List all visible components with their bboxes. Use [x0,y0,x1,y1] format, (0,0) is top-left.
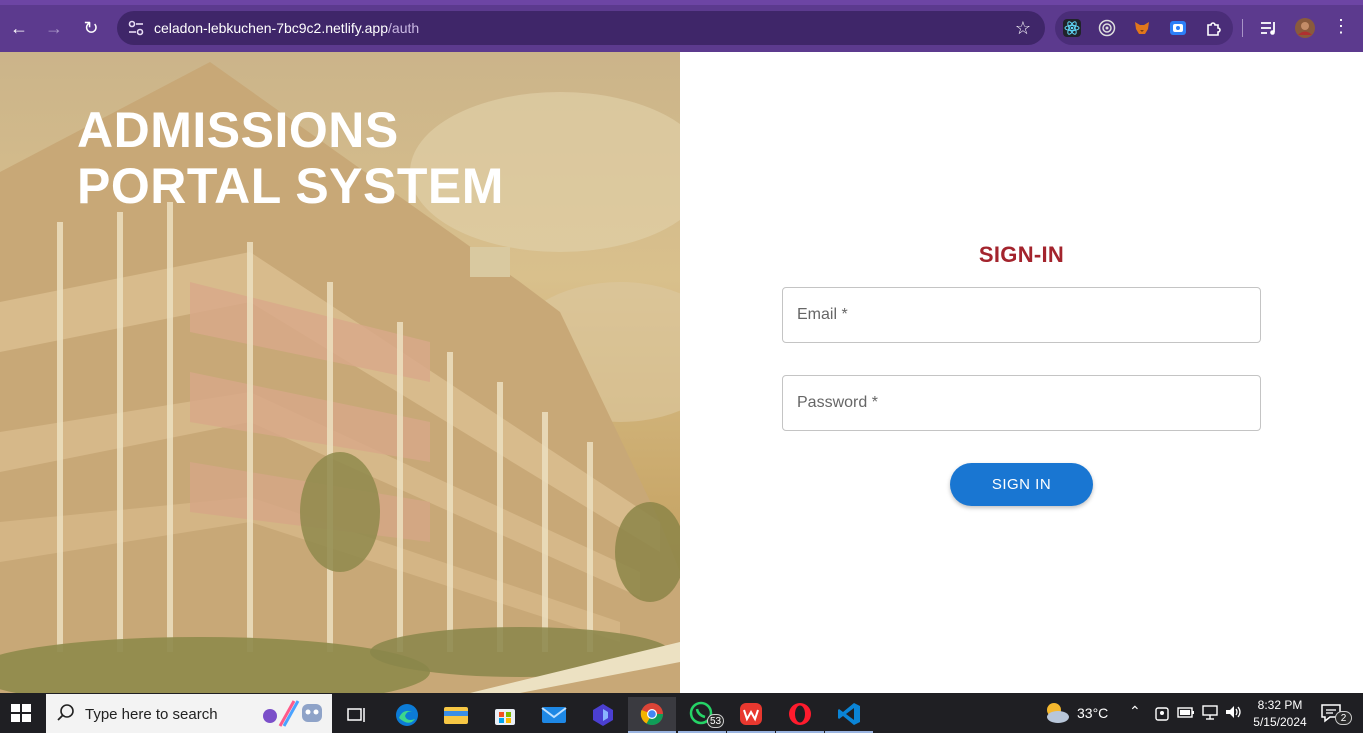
portal-title: ADMISSIONS PORTAL SYSTEM [77,102,557,214]
browser-toolbar: ← → ↻ celadon-lebkuchen-7bc9c2.netlify.a… [0,0,1363,52]
screen-capture-icon[interactable] [1169,19,1187,37]
target-extension-icon[interactable] [1098,19,1116,37]
windows-start-icon[interactable] [8,701,34,725]
weather-temperature[interactable]: 33°C [1077,705,1108,721]
whatsapp-unread-badge: 53 [707,714,724,728]
whatsapp-icon[interactable]: 53 [678,697,726,733]
url-path: /auth [388,20,420,36]
browser-menu-icon[interactable]: ⋮ [1332,17,1350,35]
media-queue-icon[interactable] [1260,20,1278,36]
taskbar-search-box[interactable]: Type here to search [46,694,332,733]
notification-center-icon[interactable]: 2 [1320,701,1352,725]
search-placeholder: Type here to search [85,706,218,723]
password-field[interactable]: Password * [782,375,1261,431]
chrome-icon[interactable] [628,697,676,733]
copilot-app-icon[interactable] [579,697,627,733]
url-host: celadon-lebkuchen-7bc9c2.netlify.app [154,20,389,36]
react-devtools-icon[interactable] [1063,19,1081,37]
reload-icon[interactable]: ↻ [77,14,105,42]
system-clock[interactable]: 8:32 PM 5/15/2024 [1244,697,1316,731]
opera-browser-icon[interactable] [776,697,824,733]
address-bar[interactable]: celadon-lebkuchen-7bc9c2.netlify.app/aut… [117,11,1045,45]
search-icon [57,704,74,721]
forward-icon[interactable]: → [40,14,68,42]
portal-title-line2: PORTAL SYSTEM [77,158,504,214]
vscode-icon[interactable] [825,697,873,733]
mail-icon[interactable] [530,697,578,733]
windows-taskbar: Type here to search 53 33°C ⌃ 8:32 PM 5/… [0,693,1363,733]
extensions-puzzle-icon[interactable] [1205,19,1223,37]
signin-form-panel: SIGN-IN Email * Password * SIGN IN [680,52,1363,693]
signin-heading: SIGN-IN [978,242,1065,267]
edge-browser-icon[interactable] [383,697,431,733]
hero-image-panel: ADMISSIONS PORTAL SYSTEM [0,52,680,693]
bookmark-star-icon[interactable]: ☆ [1015,18,1031,39]
email-field[interactable]: Email * [782,287,1261,343]
network-icon[interactable] [1201,704,1219,720]
microsoft-store-icon[interactable] [481,697,529,733]
back-icon[interactable]: ← [5,14,33,42]
clock-time: 8:32 PM [1257,698,1303,712]
notification-count-badge: 2 [1335,711,1352,725]
file-explorer-icon[interactable] [432,697,480,733]
search-highlight-icon[interactable] [258,696,328,731]
toolbar-separator [1242,19,1243,37]
portal-title-line1: ADMISSIONS [77,102,399,158]
wps-office-icon[interactable] [727,697,775,733]
show-hidden-icons-chevron-icon[interactable]: ⌃ [1129,703,1141,720]
metamask-fox-icon[interactable] [1133,19,1151,37]
url-text[interactable]: celadon-lebkuchen-7bc9c2.netlify.app/aut… [154,20,419,36]
extensions-group [1055,11,1233,45]
meet-now-icon[interactable] [1154,704,1170,722]
email-label: Email * [797,306,848,323]
signin-button[interactable]: SIGN IN [950,463,1093,506]
battery-icon[interactable] [1177,705,1195,719]
auth-page: ADMISSIONS PORTAL SYSTEM SIGN-IN Email *… [0,52,1363,693]
password-label: Password * [797,394,878,411]
weather-icon[interactable] [1043,700,1071,726]
clock-date: 5/15/2024 [1253,715,1307,729]
site-settings-icon[interactable] [127,19,145,37]
volume-icon[interactable] [1224,704,1242,720]
task-view-icon[interactable] [333,697,381,733]
profile-avatar[interactable] [1295,18,1315,38]
